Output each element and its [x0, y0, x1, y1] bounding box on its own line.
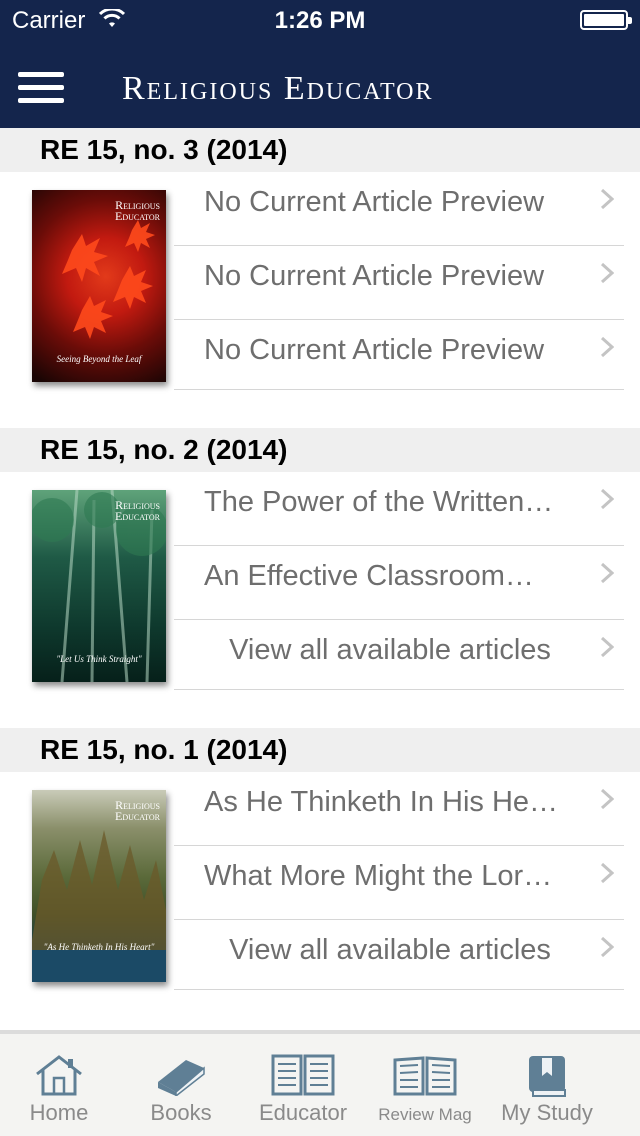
- article-title: An Effective Classroom…: [204, 560, 534, 592]
- status-bar: Carrier 1:26 PM: [0, 0, 640, 40]
- hamburger-menu-button[interactable]: [18, 72, 64, 104]
- chevron-right-icon: [600, 788, 614, 810]
- tab-label: Review Mag: [378, 1105, 472, 1124]
- cover-caption: Seeing Beyond the Leaf: [56, 354, 142, 364]
- cover-magazine-title: Religious Educator: [115, 498, 160, 523]
- cover-caption: "Let Us Think Straight": [56, 654, 142, 664]
- article-row[interactable]: What More Might the Lor…: [174, 846, 624, 920]
- issues-list[interactable]: RE 15, no. 3 (2014) Religious Educator Se…: [0, 128, 640, 1030]
- bookmark-book-icon: [529, 1056, 566, 1097]
- tab-label: Educator: [258, 1100, 348, 1125]
- article-row[interactable]: An Effective Classroom…: [174, 546, 624, 620]
- menu-line: [18, 85, 64, 90]
- issue-header: RE 15, no. 1 (2014): [0, 728, 640, 772]
- tab-educator[interactable]: Educator: [244, 1034, 362, 1136]
- cover-caption: "As He Thinketh In His Heart": [43, 942, 155, 952]
- article-title: What More Might the Lor…: [204, 860, 553, 892]
- issue-header: RE 15, no. 3 (2014): [0, 128, 640, 172]
- menu-line: [18, 72, 64, 77]
- article-row[interactable]: No Current Article Preview: [174, 246, 624, 320]
- article-title: The Power of the Written…: [204, 486, 554, 518]
- view-all-articles-row[interactable]: View all available articles: [174, 920, 624, 990]
- tab-label: Books: [150, 1100, 212, 1125]
- home-icon: [36, 1055, 82, 1096]
- chevron-right-icon: [600, 562, 614, 584]
- article-title: No Current Article Preview: [204, 260, 545, 292]
- article-row[interactable]: No Current Article Preview: [174, 320, 624, 390]
- open-book-icon: [271, 1054, 335, 1096]
- view-all-articles-row[interactable]: View all available articles: [174, 620, 624, 690]
- top-bar: Carrier 1:26 PM Religious Educator: [0, 0, 640, 128]
- issue-section: RE 15, no. 3 (2014) Religious Educator Se…: [0, 128, 640, 428]
- battery-icon: [580, 10, 632, 30]
- tab-my-study[interactable]: My Study: [488, 1034, 606, 1136]
- app-title: Religious Educator: [122, 70, 434, 107]
- tab-books[interactable]: Books: [122, 1034, 240, 1136]
- article-row[interactable]: The Power of the Written…: [174, 472, 624, 546]
- menu-line: [18, 98, 64, 103]
- chevron-right-icon: [600, 488, 614, 510]
- issue-header: RE 15, no. 2 (2014): [0, 428, 640, 472]
- chevron-right-icon: [600, 636, 614, 658]
- cover-magazine-title: Religious Educator: [115, 798, 160, 823]
- article-title: No Current Article Preview: [204, 334, 545, 366]
- article-row[interactable]: No Current Article Preview: [174, 172, 624, 246]
- view-all-articles-label: View all available articles: [229, 634, 551, 666]
- issue-cover-image[interactable]: Religious Educator "Let Us Think Straight…: [32, 490, 166, 682]
- issue-section: RE 15, no. 1 (2014) Religious Educator "A…: [0, 728, 640, 1028]
- issue-cover-image[interactable]: Religious Educator "As He Thinketh In His…: [32, 790, 166, 982]
- chevron-right-icon: [600, 862, 614, 884]
- view-all-articles-label: View all available articles: [229, 934, 551, 966]
- chevron-right-icon: [600, 936, 614, 958]
- chevron-right-icon: [600, 262, 614, 284]
- clock-time: 1:26 PM: [274, 7, 366, 34]
- tab-label: Home: [29, 1100, 89, 1125]
- tab-label: My Study: [501, 1100, 593, 1125]
- article-row[interactable]: As He Thinketh In His He…: [174, 772, 624, 846]
- issue-cover-image[interactable]: Religious Educator Seeing Beyond the Leaf: [32, 190, 166, 382]
- tab-review-mag[interactable]: Review Mag: [366, 1034, 484, 1136]
- tab-home[interactable]: Home: [0, 1034, 118, 1136]
- book-icon: [158, 1060, 205, 1096]
- tab-bar: Home Books Educator Review Mag My Study: [0, 1030, 640, 1136]
- chevron-right-icon: [600, 336, 614, 358]
- article-title: No Current Article Preview: [204, 186, 545, 218]
- issue-section: RE 15, no. 2 (2014) Religious Educator "…: [0, 428, 640, 728]
- chevron-right-icon: [600, 188, 614, 210]
- open-magazine-icon: [393, 1056, 457, 1096]
- cover-magazine-title: Religious Educator: [115, 198, 160, 223]
- article-title: As He Thinketh In His He…: [204, 786, 559, 818]
